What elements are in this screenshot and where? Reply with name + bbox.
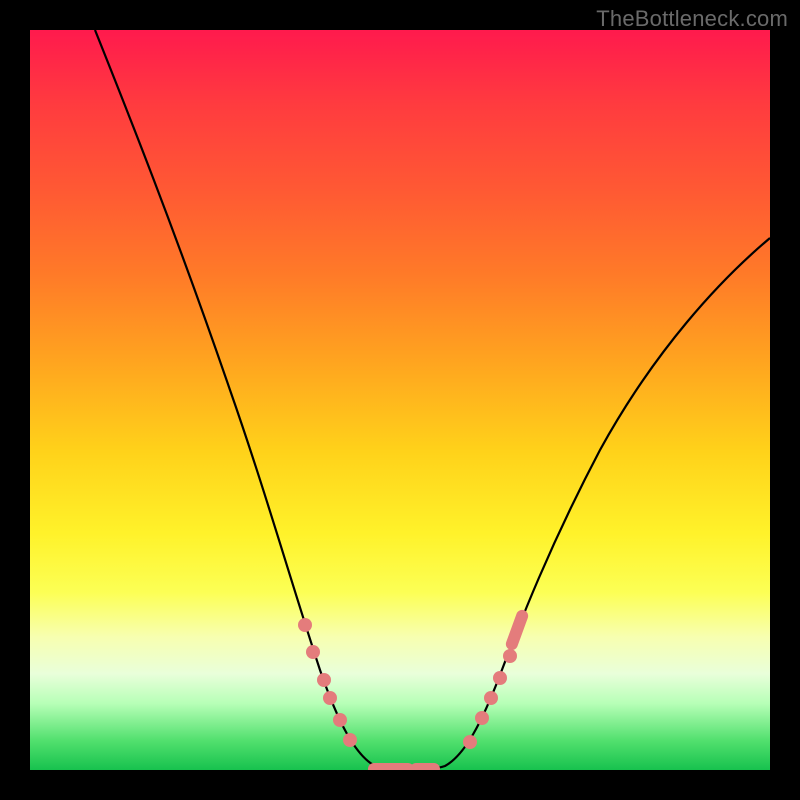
marker-dot <box>323 691 337 705</box>
watermark-text: TheBottleneck.com <box>596 6 788 32</box>
marker-dot <box>306 645 320 659</box>
marker-dot <box>493 671 507 685</box>
marker-pill <box>368 763 414 770</box>
marker-pill <box>504 608 530 652</box>
marker-dot <box>475 711 489 725</box>
marker-dot <box>333 713 347 727</box>
marker-dot <box>484 691 498 705</box>
marker-dot <box>463 735 477 749</box>
bottleneck-curve <box>95 30 770 770</box>
marker-pill <box>410 763 440 770</box>
marker-dot <box>317 673 331 687</box>
plot-frame <box>30 30 770 770</box>
marker-dot <box>503 649 517 663</box>
marker-dot <box>298 618 312 632</box>
marker-dot <box>343 733 357 747</box>
bottleneck-chart <box>30 30 770 770</box>
